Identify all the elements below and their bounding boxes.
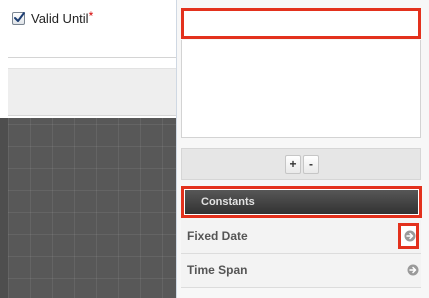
checkmark-icon — [14, 12, 25, 22]
toolbar-strip — [8, 68, 176, 116]
constant-item-fixed-date[interactable]: Fixed Date — [181, 220, 421, 254]
constant-label: Fixed Date — [187, 229, 248, 243]
valid-until-field: Valid Until * — [12, 8, 94, 26]
valid-until-checkbox[interactable] — [12, 12, 25, 25]
constants-highlight: Constants — [181, 186, 422, 218]
formula-text-area[interactable] — [181, 40, 421, 138]
divider — [8, 57, 176, 58]
constants-header[interactable]: Constants — [185, 190, 418, 214]
operators-bar: + - — [181, 148, 421, 180]
arrow-right-circle-icon[interactable] — [407, 264, 419, 276]
valid-until-label: Valid Until — [31, 11, 89, 26]
fixed-date-arrow-highlight — [398, 223, 419, 249]
left-pane: Valid Until * — [0, 0, 176, 298]
required-marker: * — [88, 8, 94, 23]
arrow-right-circle-icon[interactable] — [404, 230, 416, 242]
formula-search-input[interactable] — [181, 8, 421, 39]
subtract-operator-button[interactable]: - — [303, 155, 319, 174]
constant-label: Time Span — [187, 263, 248, 277]
formula-builder-panel: + - Constants Fixed Date Time Span — [176, 0, 429, 298]
grid-background — [0, 118, 176, 298]
constant-item-time-span[interactable]: Time Span — [181, 254, 421, 288]
add-operator-button[interactable]: + — [285, 155, 301, 174]
